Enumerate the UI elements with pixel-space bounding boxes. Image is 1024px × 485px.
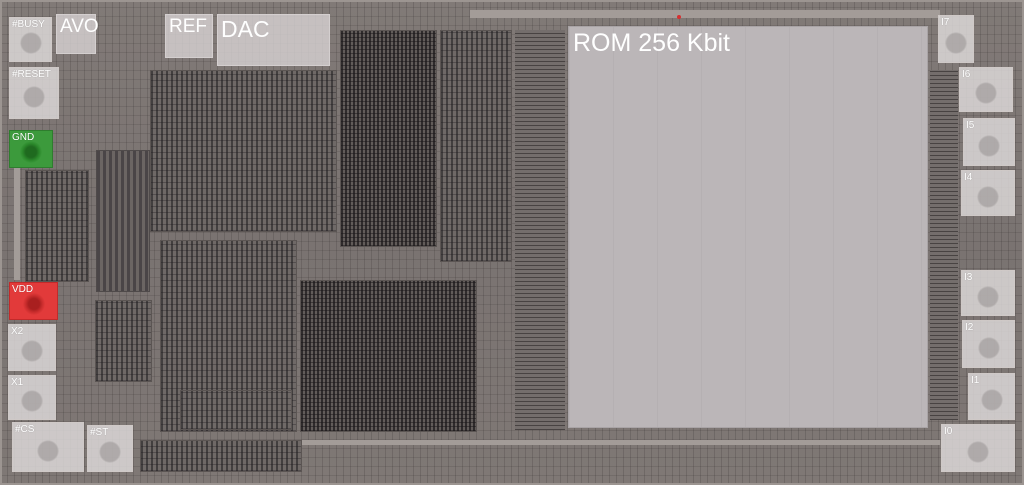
- pad-reset-label: #RESET: [12, 69, 51, 80]
- pad-cs: #CS: [12, 422, 84, 472]
- pad-vdd: VDD: [9, 282, 58, 320]
- bond-pad-icon: [945, 31, 967, 54]
- sram-array: [96, 150, 150, 292]
- pad-x1: X1: [8, 375, 56, 420]
- avo-block: AVO: [56, 14, 99, 54]
- clock-logic: [95, 300, 152, 382]
- pad-cs-label: #CS: [15, 424, 35, 435]
- pad-i0-label: I0: [944, 426, 953, 437]
- address-decoder: [515, 30, 565, 430]
- avo-label: AVO: [60, 16, 99, 37]
- top-power-rail: [470, 10, 940, 18]
- pad-i3: I3: [961, 270, 1015, 316]
- pad-i7-label: I7: [941, 17, 950, 28]
- bond-pad-icon: [975, 81, 997, 104]
- pad-i1: I1: [968, 373, 1015, 420]
- pad-i6: I6: [959, 67, 1013, 112]
- rom-label: ROM 256 Kbit: [573, 29, 731, 57]
- bond-pad-icon: [21, 340, 43, 363]
- rom-block: ROM 256 Kbit: [568, 26, 928, 428]
- pad-i1-label: I1: [971, 375, 980, 386]
- pad-i4-label: I4: [964, 172, 973, 183]
- pad-x2-label: X2: [11, 326, 24, 337]
- pad-i4: I4: [961, 170, 1015, 216]
- ref-label: REF: [169, 16, 207, 37]
- bond-pad-icon: [37, 439, 59, 462]
- pad-st-label: #ST: [90, 427, 109, 438]
- pad-x2: X2: [8, 324, 56, 371]
- bond-pad-icon: [23, 86, 45, 108]
- control-logic-dense: [340, 30, 437, 247]
- pad-x1-label: X1: [11, 377, 24, 388]
- pad-i3-label: I3: [964, 272, 973, 283]
- pad-gnd: GND: [9, 130, 53, 168]
- dac-block: DAC: [217, 14, 330, 66]
- bond-pad-icon: [977, 285, 999, 308]
- ref-block: REF: [165, 14, 213, 58]
- control-logic-upper: [150, 70, 337, 232]
- left-power-rail: [14, 160, 20, 280]
- synthesizer-logic: [300, 280, 477, 432]
- bond-pad-icon: [977, 185, 999, 208]
- bond-pad-icon: [980, 389, 1003, 412]
- analog-section: [25, 170, 89, 282]
- pad-st: #ST: [87, 425, 133, 472]
- pad-busy: #BUSY: [9, 17, 52, 62]
- bottom-io-logic: [140, 440, 302, 472]
- pad-i2: I2: [962, 320, 1015, 368]
- filter-logic: [180, 390, 292, 430]
- bond-pad-icon: [19, 31, 42, 54]
- pad-i0: I0: [941, 424, 1015, 472]
- chip-die: AVO REF DAC ROM 256 Kbit #BUSY #RESET GN…: [0, 0, 1024, 485]
- control-logic-center: [440, 30, 512, 262]
- bond-pad-icon: [21, 389, 43, 412]
- bond-pad-icon: [978, 134, 1000, 157]
- bond-pad-icon: [99, 441, 121, 464]
- pad-reset: #RESET: [9, 67, 59, 119]
- right-io-drivers: [930, 70, 958, 420]
- bond-pad-icon: [22, 292, 45, 315]
- bond-pad-icon: [967, 440, 989, 463]
- dac-label: DAC: [221, 16, 270, 42]
- bond-pad-icon: [20, 140, 42, 163]
- pad-i5-label: I5: [966, 120, 975, 131]
- pad-i6-label: I6: [962, 69, 971, 80]
- marker-dot: [677, 15, 681, 19]
- pad-i5: I5: [963, 118, 1015, 166]
- pad-i7: I7: [938, 15, 974, 63]
- bond-pad-icon: [977, 336, 1000, 359]
- pad-i2-label: I2: [965, 322, 974, 333]
- pad-busy-label: #BUSY: [12, 19, 45, 30]
